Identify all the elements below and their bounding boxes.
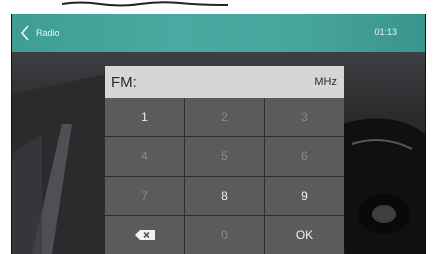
- key-label: 1: [141, 110, 148, 125]
- header-title: Radio: [36, 28, 60, 38]
- key-label: 5: [221, 149, 228, 164]
- backspace-button[interactable]: [105, 215, 184, 254]
- keypad-grid: 1 2 3 4 5 6 7 8 9 0 OK: [105, 98, 344, 254]
- key-label: 7: [141, 188, 148, 203]
- key-label: 9: [301, 188, 308, 203]
- band-label: FM:: [111, 73, 137, 91]
- key-label: 8: [221, 188, 228, 203]
- key-0[interactable]: 0: [185, 215, 264, 254]
- radio-screen: Radio 01:13 FM: MHz 1 2 3 4 5 6 7 8 9 0: [11, 14, 426, 254]
- key-label: OK: [295, 227, 314, 242]
- key-3[interactable]: 3: [265, 98, 344, 137]
- key-7[interactable]: 7: [105, 176, 184, 215]
- ok-button[interactable]: OK: [265, 215, 344, 254]
- key-label: 6: [301, 149, 308, 164]
- key-9[interactable]: 9: [265, 176, 344, 215]
- frequency-display: FM: MHz: [105, 66, 344, 98]
- frequency-keypad: FM: MHz 1 2 3 4 5 6 7 8 9 0 OK: [105, 66, 344, 254]
- top-strip: [0, 0, 439, 14]
- key-5[interactable]: 5: [185, 137, 264, 176]
- header-bar: Radio 01:13: [12, 14, 425, 52]
- key-label: 3: [301, 110, 308, 125]
- clock: 01:13: [374, 27, 397, 37]
- backspace-icon: [134, 229, 155, 240]
- key-8[interactable]: 8: [185, 176, 264, 215]
- key-label: 2: [221, 110, 228, 125]
- key-label: 0: [221, 227, 228, 242]
- key-4[interactable]: 4: [105, 137, 184, 176]
- key-label: 4: [141, 149, 148, 164]
- handwritten-scribble: [61, 1, 229, 7]
- back-button[interactable]: Radio: [20, 20, 82, 46]
- key-1[interactable]: 1: [105, 98, 184, 137]
- key-6[interactable]: 6: [265, 137, 344, 176]
- unit-label: MHz: [314, 76, 337, 88]
- key-2[interactable]: 2: [185, 98, 264, 137]
- chevron-left-icon: [20, 25, 29, 41]
